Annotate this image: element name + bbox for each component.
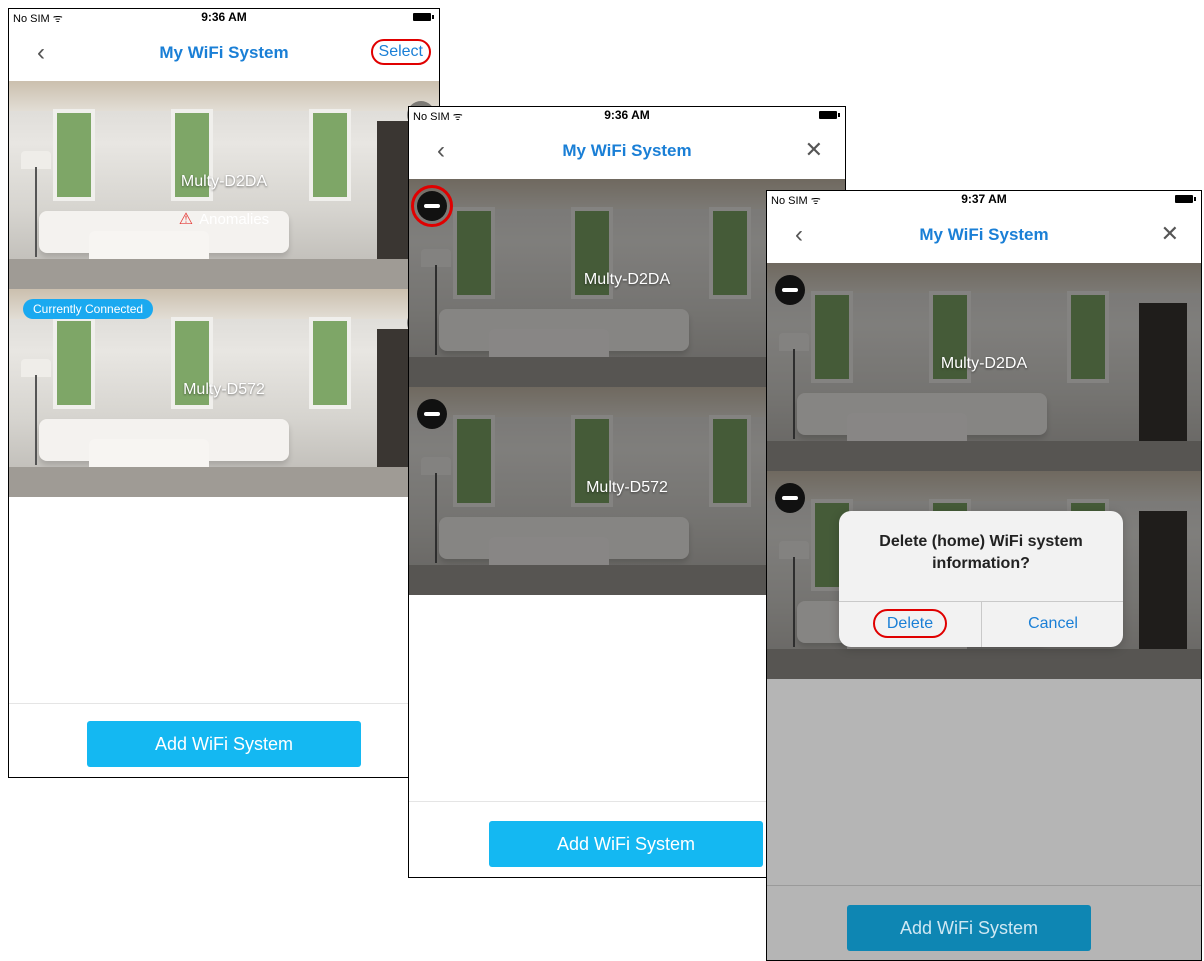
status-bar: No SIM ᯤ 9:37 AM (767, 191, 1201, 207)
minus-circle-icon[interactable] (411, 185, 453, 227)
minus-circle-icon[interactable] (775, 275, 805, 305)
system-name: Multy-D2DA (180, 173, 268, 190)
warning-icon: ⚠ (178, 211, 194, 228)
add-wifi-system-button[interactable]: Add WiFi System (489, 821, 763, 867)
system-card-1[interactable]: Multy-D2DA (767, 263, 1201, 471)
minus-circle-icon[interactable] (417, 399, 447, 429)
add-wifi-system-button[interactable]: Add WiFi System (87, 721, 361, 767)
time-label: 9:36 AM (604, 108, 650, 122)
screen-delete-confirm: No SIM ᯤ 9:37 AM ‹ My WiFi System ✕ Mult… (766, 190, 1202, 961)
system-card-2[interactable]: Currently Connected Multy-D572 ✎ ◘ (9, 289, 439, 497)
cancel-button[interactable]: Cancel (982, 601, 1124, 647)
battery-icon (413, 13, 434, 21)
select-button[interactable]: Select (370, 39, 431, 65)
close-icon[interactable]: ✕ (1161, 221, 1179, 247)
nav-bar: ‹ My WiFi System Select (9, 25, 439, 82)
status-badge: Currently Connected (23, 299, 154, 319)
status-bar: No SIM ᯤ 9:36 AM (9, 9, 439, 25)
close-icon[interactable]: ✕ (805, 137, 823, 163)
anomalies-status: ⚠ Anomalies (178, 211, 270, 228)
system-name: Multy-D572 (183, 381, 265, 398)
page-title: My WiFi System (919, 225, 1049, 244)
system-name: Multy-D2DA (940, 355, 1028, 372)
divider (9, 703, 439, 704)
page-title: My WiFi System (562, 141, 692, 160)
system-card-1[interactable]: Multy-D2DA ⚠Anomalies ✎ ◘ (9, 81, 439, 289)
delete-button[interactable]: Delete (839, 601, 981, 647)
nav-bar: ‹ My WiFi System ✕ (767, 207, 1201, 264)
time-label: 9:37 AM (961, 192, 1007, 206)
battery-icon (819, 111, 840, 119)
confirm-dialog: Delete (home) WiFi system information? D… (839, 511, 1123, 647)
status-bar: No SIM ᯤ 9:36 AM (409, 107, 845, 123)
divider (767, 885, 1201, 886)
room-image (9, 81, 439, 111)
dialog-message: Delete (home) WiFi system information? (879, 533, 1083, 572)
battery-icon (1175, 195, 1196, 203)
time-label: 9:36 AM (201, 10, 247, 24)
add-wifi-system-button[interactable]: Add WiFi System (847, 905, 1091, 951)
minus-circle-icon[interactable] (775, 483, 805, 513)
screen-wifi-list: No SIM ᯤ 9:36 AM ‹ My WiFi System Select… (8, 8, 440, 778)
nav-bar: ‹ My WiFi System ✕ (409, 123, 845, 180)
